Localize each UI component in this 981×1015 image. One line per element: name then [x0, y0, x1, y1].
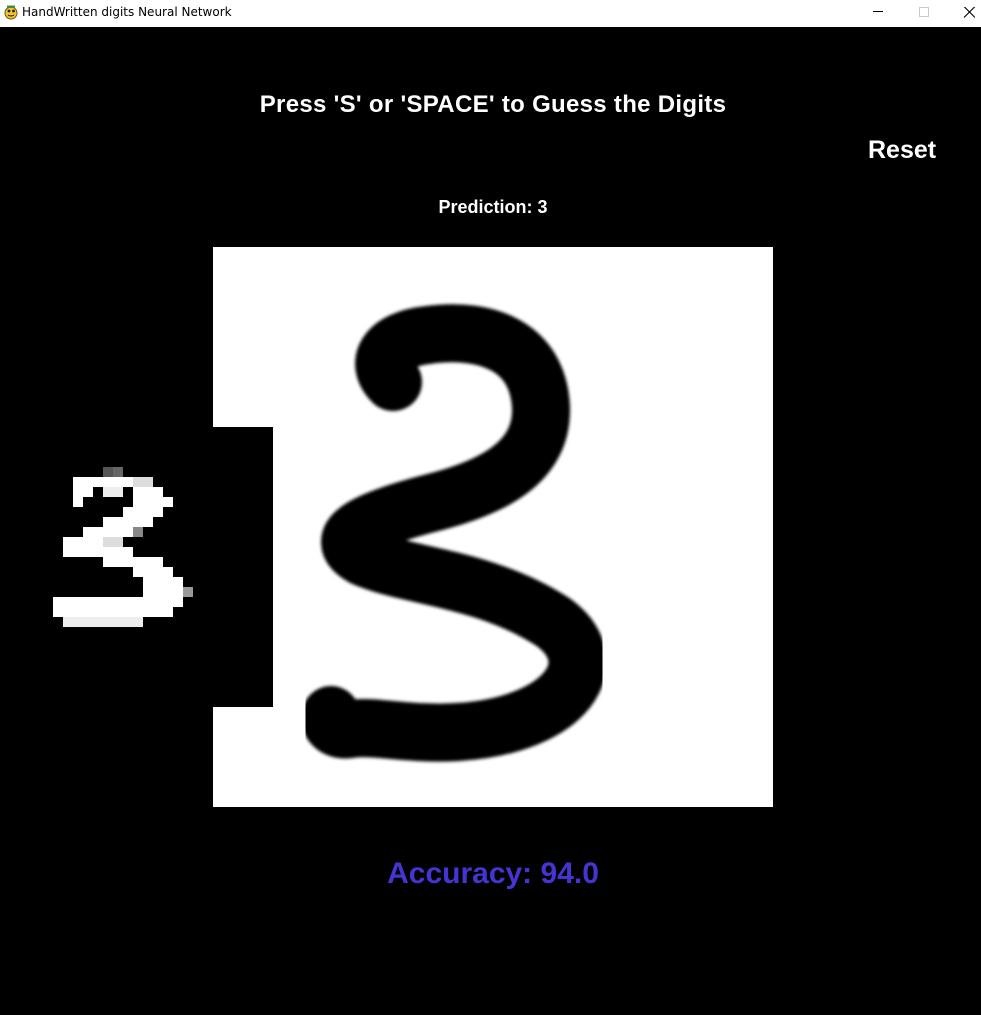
- maximize-button[interactable]: [901, 0, 947, 27]
- preview-pixel: [63, 547, 133, 557]
- pixelated-digit-image: [53, 467, 193, 627]
- accuracy-label: Accuracy: 94.0: [387, 857, 599, 890]
- close-icon: [963, 7, 975, 18]
- preview-pixel: [83, 527, 133, 537]
- preview-pixel: [103, 487, 123, 497]
- preview-pixel: [143, 587, 183, 597]
- preview-pixel: [133, 567, 173, 577]
- close-button[interactable]: [947, 0, 981, 27]
- preview-pixel: [133, 487, 163, 497]
- minimize-icon: [873, 11, 883, 12]
- preview-pixel: [133, 527, 143, 537]
- preview-pixel: [113, 467, 123, 477]
- preview-pixel: [133, 497, 173, 507]
- preview-pixel: [53, 597, 183, 607]
- app-canvas: Press 'S' or 'SPACE' to Guess the Digits…: [0, 27, 981, 1015]
- downsampled-input-preview: [0, 427, 273, 707]
- preview-pixel: [73, 477, 133, 487]
- preview-pixel: [63, 617, 143, 627]
- preview-pixel: [53, 607, 173, 617]
- preview-pixel: [103, 517, 153, 527]
- reset-button[interactable]: Reset: [868, 136, 936, 165]
- preview-pixel: [103, 557, 163, 567]
- prediction-label: Prediction: 3: [438, 197, 548, 217]
- instruction-text: Press 'S' or 'SPACE' to Guess the Digits: [259, 91, 727, 118]
- preview-pixel: [73, 487, 93, 497]
- preview-pixel: [183, 587, 193, 597]
- preview-pixel: [103, 537, 123, 547]
- preview-pixel: [133, 477, 153, 487]
- preview-pixel: [63, 537, 103, 547]
- preview-pixel: [103, 467, 113, 477]
- preview-pixel: [143, 577, 183, 587]
- pygame-snake-icon: [3, 4, 19, 20]
- drawn-digit-stroke: [301, 304, 607, 762]
- preview-pixel: [73, 497, 83, 507]
- preview-pixel: [123, 507, 163, 517]
- window-titlebar[interactable]: HandWritten digits Neural Network: [0, 0, 981, 27]
- maximize-icon: [919, 7, 929, 17]
- minimize-button[interactable]: [855, 0, 901, 27]
- drawing-canvas[interactable]: [213, 247, 773, 807]
- window-title: HandWritten digits Neural Network: [22, 5, 232, 19]
